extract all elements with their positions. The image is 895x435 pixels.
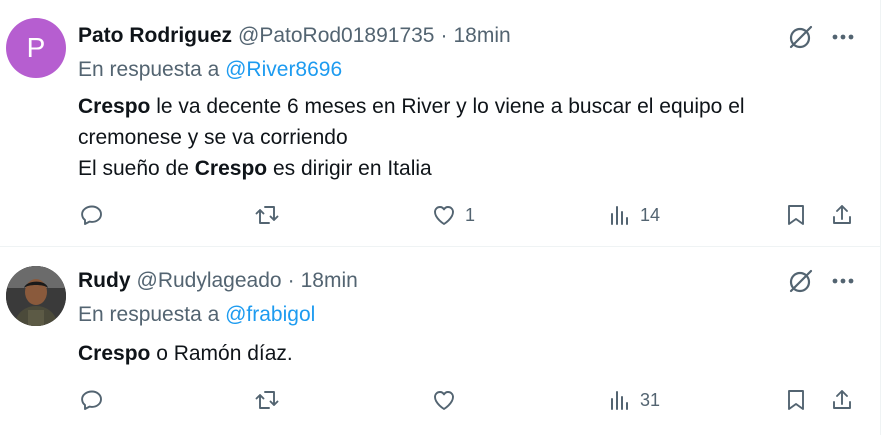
reply-mention[interactable]: @River8696: [225, 58, 342, 81]
grok-icon[interactable]: [786, 22, 816, 52]
timeline-border: [880, 0, 881, 435]
reply-icon: [81, 205, 102, 225]
tweet-line: Crespo le va decente 6 meses en River y …: [78, 91, 745, 122]
tweet-line: El sueño de Crespo es dirigir en Italia: [78, 153, 745, 184]
bold-text: Crespo: [194, 157, 268, 180]
like-count: 1: [465, 204, 476, 225]
reply-button[interactable]: [80, 385, 104, 415]
separator-dot: ·: [440, 24, 448, 47]
more-icon[interactable]: [828, 266, 858, 296]
reply-context: En respuesta a @River8696: [78, 58, 342, 82]
separator-dot: ·: [287, 269, 295, 292]
retweet-icon: [255, 391, 279, 409]
tweet-header: Pato Rodriguez @PatoRod01891735 · 18min: [78, 22, 511, 50]
avatar[interactable]: P: [6, 18, 66, 78]
like-icon: [434, 391, 454, 410]
text-segment: El sueño de: [78, 157, 195, 180]
author-name[interactable]: Rudy: [78, 269, 131, 293]
tweet-text: Crespo le va decente 6 meses en River y …: [78, 91, 745, 184]
text-segment: es dirigir en Italia: [267, 157, 432, 180]
like-button[interactable]: 1: [431, 200, 475, 230]
text-segment: le va decente 6 meses en River y lo vien…: [150, 95, 745, 118]
timestamp[interactable]: 18min: [454, 24, 511, 48]
avatar-photo: [6, 266, 66, 326]
share-icon: [833, 390, 851, 409]
bookmark-button[interactable]: [784, 200, 808, 230]
share-button[interactable]: [830, 385, 854, 415]
more-icon[interactable]: [828, 22, 858, 52]
grok-icon[interactable]: [786, 266, 816, 296]
view-count: 14: [640, 204, 661, 225]
text-segment: o Ramón díaz.: [150, 342, 293, 365]
tweet-line: cremonese y se va corriendo: [78, 126, 348, 149]
reply-mention[interactable]: @frabigol: [225, 303, 315, 326]
views-icon: [611, 391, 628, 410]
tweet-header: Rudy @Rudylageado · 18min: [78, 267, 358, 295]
reply-prefix: En respuesta a: [78, 58, 220, 81]
bold-text: Crespo: [78, 95, 151, 118]
views-icon: [611, 206, 628, 225]
tweet-text: Crespo o Ramón díaz.: [78, 338, 293, 369]
retweet-button[interactable]: [254, 200, 280, 230]
bookmark-button[interactable]: [784, 385, 808, 415]
bookmark-icon: [788, 390, 804, 410]
retweet-button[interactable]: [254, 385, 280, 415]
author-name[interactable]: Pato Rodriguez: [78, 24, 232, 48]
tweet-reply[interactable]: Rudy @Rudylageado · 18min En respuesta a…: [0, 247, 880, 435]
views-button[interactable]: 31: [608, 385, 660, 415]
author-handle[interactable]: @PatoRod01891735: [238, 24, 434, 48]
tweet-top-actions: [786, 22, 856, 52]
tweet-actions: 31: [78, 385, 858, 415]
avatar[interactable]: [6, 266, 66, 326]
retweet-icon: [255, 206, 279, 224]
timestamp[interactable]: 18min: [301, 269, 358, 293]
reply-icon: [81, 390, 102, 410]
like-icon: [434, 206, 454, 225]
tweet-top-actions: [786, 266, 856, 296]
reply-context: En respuesta a @frabigol: [78, 303, 315, 327]
view-count: 31: [640, 389, 661, 410]
reply-prefix: En respuesta a: [78, 303, 220, 326]
bold-text: Crespo: [78, 342, 151, 365]
share-button[interactable]: [830, 200, 854, 230]
tweet-line: Crespo o Ramón díaz.: [78, 338, 293, 369]
author-handle[interactable]: @Rudylageado: [137, 269, 282, 293]
avatar-letter: P: [26, 32, 46, 63]
reply-button[interactable]: [80, 200, 104, 230]
bookmark-icon: [788, 205, 804, 225]
tweet-reply[interactable]: P Pato Rodriguez @PatoRod01891735 · 18mi…: [0, 0, 880, 246]
share-icon: [833, 205, 851, 224]
like-button[interactable]: [431, 385, 457, 415]
views-button[interactable]: 14: [608, 200, 660, 230]
tweet-actions: 1 14: [78, 200, 858, 230]
